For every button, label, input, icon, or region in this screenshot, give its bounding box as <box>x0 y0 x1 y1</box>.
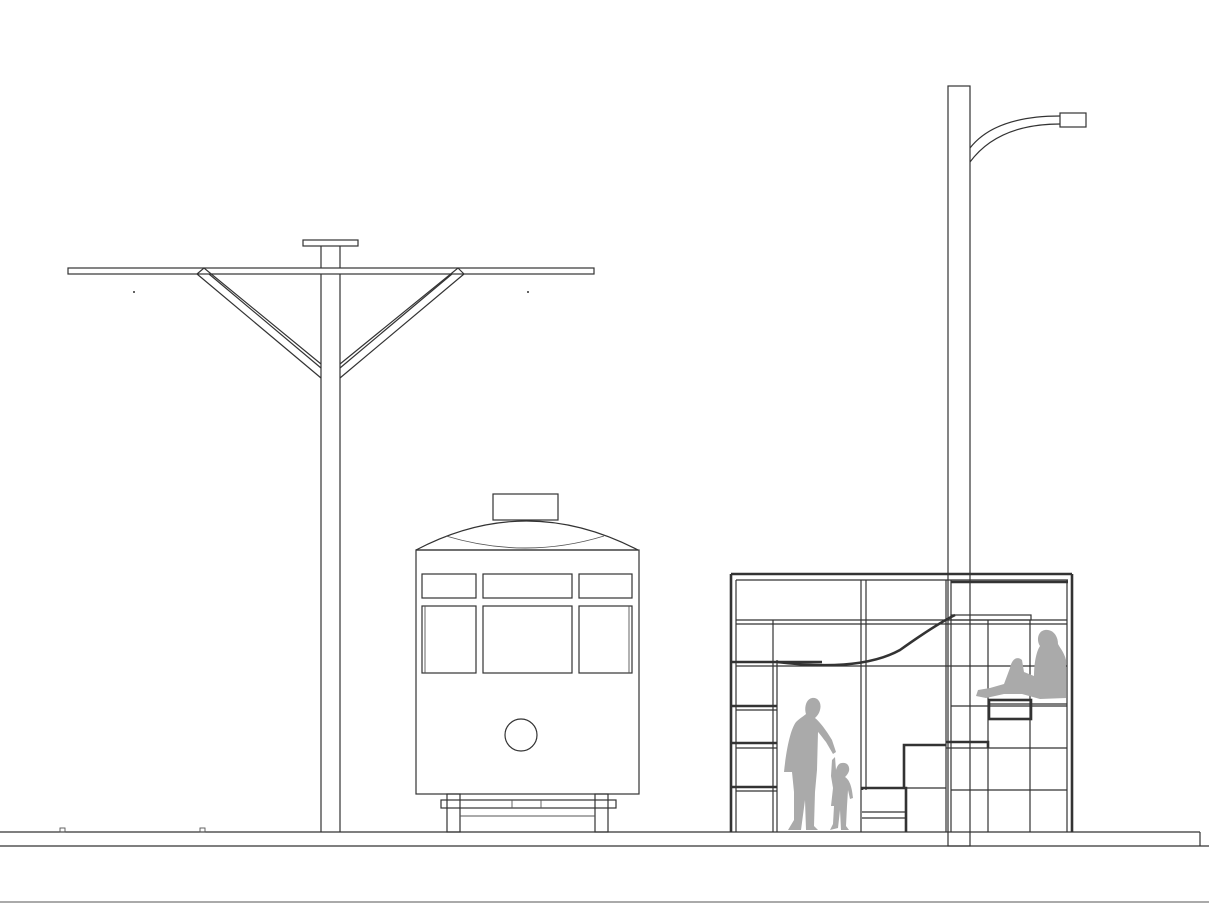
street-lamp <box>947 85 1087 847</box>
child-figure <box>830 757 853 830</box>
ground-line <box>0 827 1209 903</box>
seated-figure <box>976 629 1066 699</box>
pavilion-frame <box>729 572 1074 832</box>
tram-front <box>415 493 640 833</box>
adult-figure <box>784 697 836 830</box>
street-elevation-drawing <box>0 85 1209 903</box>
tram-wire-pole <box>67 239 595 832</box>
